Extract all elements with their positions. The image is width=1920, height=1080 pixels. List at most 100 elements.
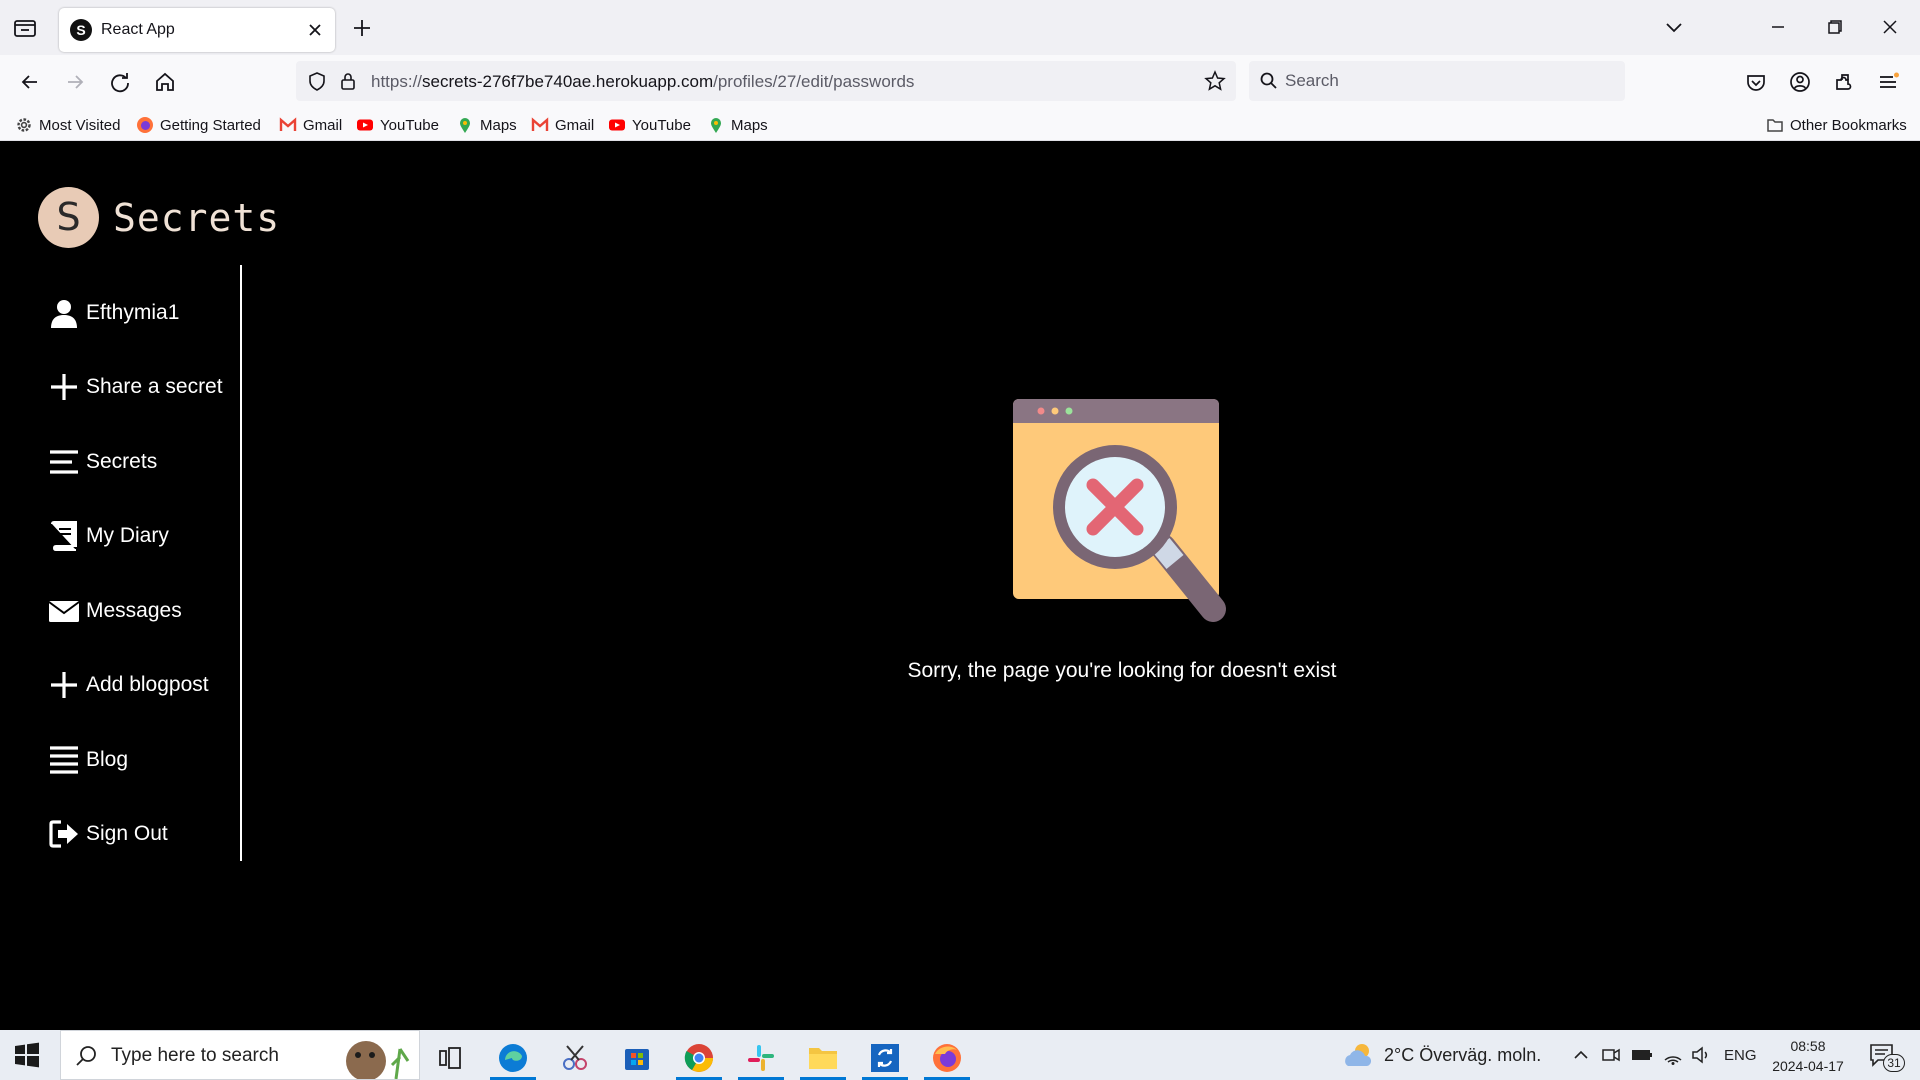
windows-start-icon[interactable] <box>14 1042 40 1068</box>
browser-search-input[interactable] <box>1285 69 1605 93</box>
meet-now-icon[interactable] <box>1600 1044 1622 1066</box>
folder-icon <box>809 1047 837 1069</box>
bookmarks-toolbar: Most Visited Getting Started Gmail YouTu… <box>0 108 1920 141</box>
notification-center-button[interactable]: 31 <box>1866 1040 1906 1072</box>
lock-icon[interactable] <box>338 70 358 92</box>
new-tab-icon[interactable] <box>348 14 376 42</box>
taskbar-clock[interactable]: 08:58 2024-04-17 <box>1762 1036 1854 1076</box>
back-icon[interactable] <box>15 67 45 97</box>
bookmark-youtube[interactable]: YouTube <box>608 114 691 136</box>
store-icon <box>625 1048 649 1070</box>
taskbar-slack[interactable] <box>734 1035 788 1080</box>
plus-icon <box>51 374 77 400</box>
browser-search-bar[interactable] <box>1249 61 1625 101</box>
gear-icon <box>17 118 31 132</box>
taskbar-remote-app[interactable] <box>858 1035 912 1080</box>
menu-item-profile[interactable]: Efthymia1 <box>48 293 179 333</box>
bookmark-label: Other Bookmarks <box>1790 116 1907 134</box>
close-tab-icon[interactable] <box>303 18 327 42</box>
windows-taskbar: Type here to search 2°C Överväg. moln. E… <box>0 1030 1920 1080</box>
sidebar-divider <box>240 265 242 861</box>
bookmark-maps[interactable]: Maps <box>456 114 517 136</box>
browser-nav-bar: https://secrets-276f7be740ae.herokuapp.c… <box>0 55 1920 108</box>
minimize-icon[interactable] <box>1762 12 1794 42</box>
bookmark-gmail[interactable]: Gmail <box>531 114 594 136</box>
close-window-icon[interactable] <box>1874 12 1906 42</box>
bookmark-getting-started[interactable]: Getting Started <box>136 114 261 136</box>
pocket-icon[interactable] <box>1741 67 1771 97</box>
menu-item-share-a-secret[interactable]: Share a secret <box>48 367 223 407</box>
account-icon[interactable] <box>1785 67 1815 97</box>
wifi-icon[interactable] <box>1662 1044 1684 1066</box>
battery-icon[interactable] <box>1630 1044 1654 1066</box>
app-logo[interactable]: S Secrets <box>38 187 280 248</box>
task-view-button[interactable] <box>423 1035 477 1080</box>
browser-tab-bar: S React App <box>0 0 1920 55</box>
taskbar-store[interactable] <box>610 1035 664 1080</box>
search-highlight-illustration-icon <box>346 1041 410 1079</box>
menu-item-messages[interactable]: Messages <box>48 591 182 631</box>
menu-item-label: Sign Out <box>86 822 168 845</box>
bookmark-most-visited[interactable]: Most Visited <box>15 114 120 136</box>
menu-item-label: Secrets <box>86 450 158 473</box>
bookmark-label: YouTube <box>380 116 439 134</box>
url-text[interactable]: https://secrets-276f7be740ae.herokuapp.c… <box>371 72 914 92</box>
bookmark-youtube[interactable]: YouTube <box>356 114 439 136</box>
snipping-tool-icon <box>563 1044 587 1070</box>
taskbar-firefox[interactable] <box>920 1035 974 1080</box>
book-icon <box>51 521 77 551</box>
bookmark-label: Gmail <box>555 116 595 134</box>
bookmark-other-bookmarks[interactable]: Other Bookmarks <box>1766 114 1907 136</box>
url-bar[interactable]: https://secrets-276f7be740ae.herokuapp.c… <box>296 61 1236 101</box>
not-found-message: Sorry, the page you're looking for doesn… <box>907 659 1337 682</box>
slack-icon <box>748 1044 774 1071</box>
extensions-icon[interactable] <box>1829 67 1859 97</box>
list-all-tabs-icon[interactable] <box>12 16 38 40</box>
menu-item-label: Efthymia1 <box>86 301 180 324</box>
url-host: secrets-276f7be740ae.herokuapp.com <box>422 72 714 91</box>
tab-title: React App <box>101 21 175 38</box>
forward-icon[interactable] <box>60 67 90 97</box>
logo-circle: S <box>38 187 99 248</box>
menu-item-sign-out[interactable]: Sign Out <box>48 814 168 854</box>
taskbar-edge[interactable] <box>486 1035 540 1080</box>
weather-text: 2°C Överväg. moln. <box>1384 1044 1542 1065</box>
menu-item-my-diary[interactable]: My Diary <box>48 516 169 556</box>
sync-app-icon <box>871 1043 899 1072</box>
language-indicator[interactable]: ENG <box>1724 1030 1757 1080</box>
chevron-down-icon[interactable] <box>1658 12 1690 42</box>
bookmark-star-icon[interactable] <box>1204 70 1226 92</box>
bookmark-gmail[interactable]: Gmail <box>279 114 342 136</box>
search-icon <box>76 1046 96 1066</box>
gmail-icon <box>531 117 549 131</box>
taskbar-chrome[interactable] <box>672 1035 726 1080</box>
reload-icon[interactable] <box>105 67 135 97</box>
menu-item-blog[interactable]: Blog <box>48 740 128 780</box>
lines-icon <box>50 450 78 474</box>
home-icon[interactable] <box>150 67 180 97</box>
taskbar-snipping-tool[interactable] <box>548 1035 602 1080</box>
bookmark-label: Most Visited <box>39 116 121 134</box>
menu-item-secrets[interactable]: Secrets <box>48 442 157 482</box>
cloudy-weather-icon <box>1345 1044 1372 1066</box>
weather-widget[interactable]: 2°C Överväg. moln. <box>1342 1030 1541 1080</box>
bookmark-maps[interactable]: Maps <box>707 114 768 136</box>
restore-icon[interactable] <box>1818 12 1850 42</box>
bookmark-label: Maps <box>731 116 768 134</box>
shield-icon[interactable] <box>306 70 328 92</box>
taskbar-file-explorer[interactable] <box>796 1035 850 1080</box>
gmail-icon <box>279 117 297 131</box>
chevron-up-icon[interactable] <box>1570 1044 1592 1066</box>
page-not-found-illustration <box>1013 399 1226 622</box>
logo-name: Secrets <box>113 195 281 240</box>
maps-icon <box>711 118 721 133</box>
taskbar-search-box[interactable]: Type here to search <box>60 1030 420 1080</box>
notification-count-badge: 31 <box>1883 1054 1905 1072</box>
bookmark-label: YouTube <box>632 116 691 134</box>
user-icon <box>51 300 77 328</box>
volume-icon[interactable] <box>1690 1044 1712 1066</box>
menu-icon[interactable] <box>1873 67 1903 97</box>
menu-item-label: Messages <box>86 599 182 622</box>
browser-tab[interactable]: S React App <box>59 8 335 52</box>
youtube-icon <box>609 119 625 131</box>
